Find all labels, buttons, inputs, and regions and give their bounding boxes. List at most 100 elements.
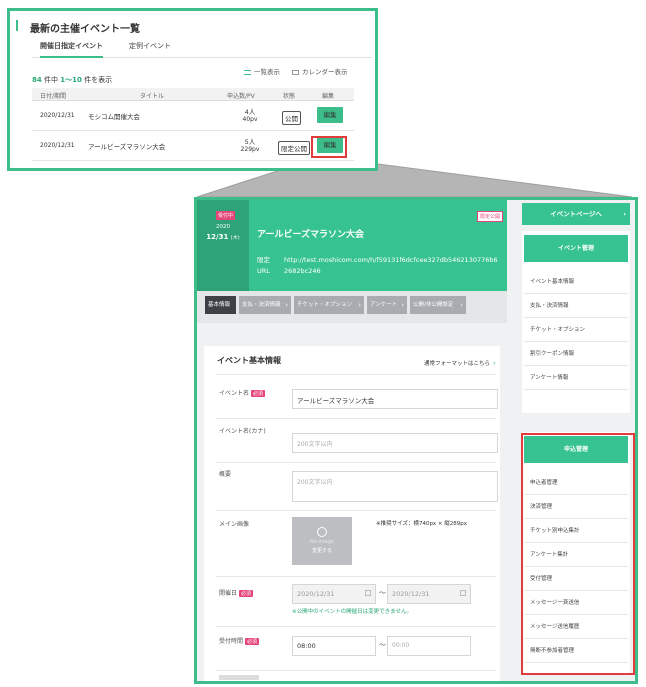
step-label: アンケート <box>370 302 398 308</box>
change-image-label: 変更する <box>311 548 332 554</box>
step-basic-info[interactable]: 基本情報 <box>205 296 236 314</box>
step-survey[interactable]: アンケート › <box>367 296 407 314</box>
image-label: メイン画像 <box>219 521 250 528</box>
table-header: 日付/期間 タイトル 申込数/PV 状態 編集 <box>32 88 354 101</box>
event-weekday: (木) <box>230 235 240 241</box>
step-payment[interactable]: 支払・決済情報 › <box>239 296 291 314</box>
end-date-value: 2020/12/31 <box>392 590 430 598</box>
accepting-badge: 受付中 <box>216 211 236 220</box>
event-page-button[interactable]: イベントページへ › <box>522 203 630 225</box>
panel-title: 最新の主催イベント一覧 <box>30 24 140 35</box>
summary-label: 概要 <box>219 471 232 478</box>
col-apply: 申込数/PV <box>227 93 255 100</box>
event-page-label: イベントページへ <box>550 210 602 218</box>
status-badge: 限定公開 <box>278 141 310 155</box>
chevron-right-icon: › <box>401 301 404 309</box>
end-date-input[interactable]: 2020/12/31 <box>387 584 471 604</box>
tab-recurring-events[interactable]: 定例イベント <box>129 41 171 58</box>
required-badge: 必須 <box>251 390 266 397</box>
field-row-kana: イベント名(カナ) 200文字以内 <box>216 418 498 462</box>
tab-dated-events[interactable]: 開催日指定イベント <box>40 41 103 58</box>
event-name-input[interactable]: アールビーズマラソン大会 <box>292 389 498 409</box>
step-publish[interactable]: 公開/非公開設定 › <box>410 296 466 314</box>
chevron-right-icon: › <box>460 301 463 309</box>
image-size-note: ※推奨サイズ：横740px × 縦289px <box>376 521 468 527</box>
date-separator: 〜 <box>379 589 386 597</box>
status-badge: 公開 <box>282 111 301 125</box>
field-row-time: 受付時間 必須 08:00 〜 00:00 <box>216 626 496 670</box>
row-pv: 40pv <box>242 116 258 123</box>
start-date-input[interactable]: 2020/12/31 <box>292 584 376 604</box>
start-date-value: 2020/12/31 <box>297 590 335 598</box>
calendar-view-label: カレンダー表示 <box>302 68 348 76</box>
step-label: 基本情報 <box>208 302 231 308</box>
table-row[interactable]: 2020/12/31 モシコム開催大会 4人 40pv 公開 編集 <box>32 101 354 131</box>
count-label-1: 件中 <box>43 76 58 84</box>
sidebar-item-ticket[interactable]: チケット・オプション <box>524 318 628 342</box>
event-mgmt-title: イベント管理 <box>524 235 628 262</box>
list-icon <box>244 69 251 75</box>
time-separator: 〜 <box>379 641 386 649</box>
event-table: 日付/期間 タイトル 申込数/PV 状態 編集 2020/12/31 モシコム開… <box>32 88 354 161</box>
step-label: 支払・決済情報 <box>242 302 281 308</box>
format-link-label: 通常フォーマットはこちら <box>424 361 491 367</box>
calendar-icon <box>365 590 371 596</box>
field-label: 開催日 必須 <box>219 588 254 597</box>
result-count: 84 件中 1〜10 件を表示 <box>32 75 112 85</box>
list-view-label: 一覧表示 <box>254 68 280 76</box>
basic-info-form: イベント基本情報 通常フォーマットはこちら › イベント名 必須 アールビーズマラソ… <box>204 346 500 681</box>
time-label: 受付時間 <box>219 638 244 645</box>
row-pv: 229pv <box>240 146 260 153</box>
event-kana-input[interactable]: 200文字以内 <box>292 433 498 453</box>
edit-button[interactable]: 編集 <box>317 107 343 123</box>
image-upload[interactable]: No image 変更する <box>292 517 352 565</box>
calendar-icon <box>460 590 466 596</box>
field-label: イベント名 必須 <box>219 388 266 397</box>
required-badge: 必須 <box>245 638 260 645</box>
field-label: 受付時間 必須 <box>219 636 260 645</box>
row-title[interactable]: モシコム開催大会 <box>88 111 140 121</box>
chevron-right-icon: › <box>358 301 361 309</box>
table-row[interactable]: 2020/12/31 アールビーズマラソン大会 5人 229pv 限定公開 編集 <box>32 131 354 161</box>
no-image-text: No image <box>310 539 334 545</box>
private-badge: 限定公開 <box>477 211 504 222</box>
step-nav: 基本情報 支払・決済情報 › チケット・オプション › アンケート › 公開/非公開設… <box>197 291 507 323</box>
sidebar-item-basic-info[interactable]: イベント基本情報 <box>524 270 628 294</box>
summary-textarea[interactable]: 200文字以内 <box>292 471 498 502</box>
event-title: アールビーズマラソン大会 <box>257 230 365 240</box>
event-header: 受付中 2020 12/31 (木) アールビーズマラソン大会 限定URL ht… <box>197 200 507 291</box>
col-title: タイトル <box>140 93 165 100</box>
sidebar-item-payment[interactable]: 支払・決済情報 <box>524 294 628 318</box>
calendar-view-toggle[interactable]: カレンダー表示 <box>292 66 348 76</box>
event-year: 2020 <box>216 224 230 230</box>
limited-url[interactable]: http://test.moshicom.com/h/f59131f6dcfce… <box>284 255 500 277</box>
camera-icon <box>317 527 327 537</box>
event-date-block: 受付中 2020 12/31 (木) <box>197 200 249 291</box>
sidebar-item-coupon[interactable]: 割引クーポン情報 <box>524 342 628 366</box>
event-day-value: 12/31 <box>206 233 229 241</box>
kana-label: イベント名(カナ) <box>219 428 266 435</box>
start-time-input[interactable]: 08:00 <box>292 636 376 656</box>
end-time-input[interactable]: 00:00 <box>387 636 471 656</box>
row-date: 2020/12/31 <box>40 142 75 149</box>
field-row-image: メイン画像 No image 変更する ※推奨サイズ：横740px × 縦289… <box>216 510 496 576</box>
list-view-toggle[interactable]: 一覧表示 <box>244 66 280 76</box>
field-row-name: イベント名 必須 アールビーズマラソン大会 <box>216 374 498 418</box>
chevron-right-icon: › <box>285 301 288 309</box>
chevron-right-icon: › <box>623 210 626 218</box>
step-label: 公開/非公開設定 <box>413 302 454 308</box>
url-label: 限定URL <box>257 256 270 275</box>
field-row-next <box>216 670 496 681</box>
title-accent-bar <box>16 20 18 31</box>
form-title: イベント基本情報 <box>217 356 281 365</box>
field-row-summary: 概要 200文字以内 <box>216 462 498 510</box>
step-ticket[interactable]: チケット・オプション › <box>294 296 364 314</box>
field-row-date: 開催日 必須 2020/12/31 〜 2020/12/31 ※公開中のイベントの… <box>216 576 496 626</box>
name-label: イベント名 <box>219 390 250 397</box>
event-tabs: 開催日指定イベント 定例イベント <box>32 41 372 58</box>
row-apply: 5人 <box>244 138 256 146</box>
row-title[interactable]: アールビーズマラソン大会 <box>88 141 165 151</box>
sidebar-item-survey[interactable]: アンケート情報 <box>524 366 628 390</box>
standard-format-link[interactable]: 通常フォーマットはこちら › <box>424 359 496 367</box>
date-label: 開催日 <box>219 590 238 597</box>
